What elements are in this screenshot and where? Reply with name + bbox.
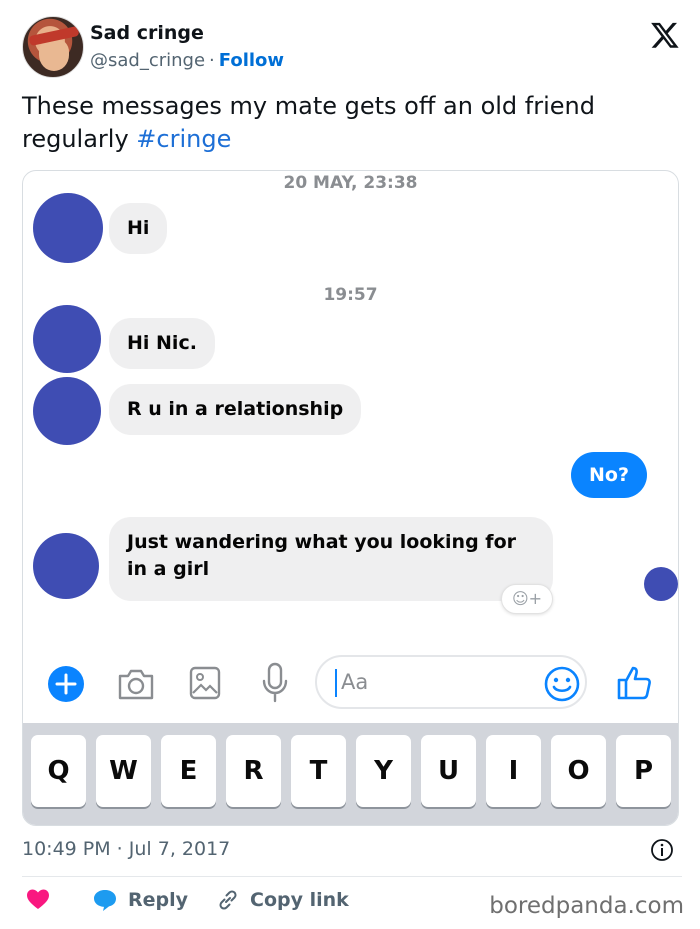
follow-link[interactable]: Follow	[219, 50, 284, 71]
add-reaction-button[interactable]: ☺+	[501, 584, 553, 614]
keyboard: Q W E R T Y U I O P	[23, 723, 678, 825]
key-i[interactable]: I	[486, 735, 541, 807]
thumbs-up-icon[interactable]	[615, 663, 653, 701]
like-button[interactable]	[26, 888, 50, 910]
key-w[interactable]: W	[96, 735, 151, 807]
author-avatar[interactable]	[22, 16, 84, 78]
tweet-text: These messages my mate gets off an old f…	[22, 90, 672, 156]
gallery-icon[interactable]	[189, 665, 221, 701]
key-y[interactable]: Y	[356, 735, 411, 807]
tweet-header: Sad cringe @sad_cringe · Follow	[22, 14, 682, 78]
avatar-face	[39, 39, 69, 71]
author-name[interactable]: Sad cringe	[90, 22, 204, 44]
reply-button[interactable]: Reply	[92, 888, 188, 912]
key-o[interactable]: O	[551, 735, 606, 807]
divider	[22, 876, 682, 877]
message-bubble: Just wandering what you looking for in a…	[109, 517, 553, 601]
reply-bubble-icon	[94, 890, 116, 911]
key-e[interactable]: E	[161, 735, 216, 807]
chat-timestamp: 20 MAY, 23:38	[283, 173, 418, 193]
message-bubble: Hi Nic.	[109, 318, 215, 369]
contact-avatar	[33, 193, 103, 263]
key-u[interactable]: U	[421, 735, 476, 807]
link-icon	[219, 890, 237, 910]
seen-avatar	[644, 567, 678, 601]
key-p[interactable]: P	[616, 735, 671, 807]
info-icon[interactable]	[650, 838, 674, 862]
author-handle-line: @sad_cringe · Follow	[90, 50, 284, 71]
message-bubble: Hi	[109, 203, 168, 254]
handle-separator: ·	[209, 50, 215, 71]
copy-link-button[interactable]: Copy link	[216, 888, 349, 912]
x-logo-icon[interactable]	[650, 20, 680, 50]
copy-link-label: Copy link	[250, 889, 349, 911]
reply-label: Reply	[128, 889, 189, 911]
key-r[interactable]: R	[226, 735, 281, 807]
plus-icon[interactable]	[47, 665, 85, 703]
text-cursor	[335, 669, 337, 697]
microphone-icon[interactable]	[261, 661, 289, 703]
media-screenshot[interactable]: 20 MAY, 23:38 Hi 19:57 Hi Nic. R u in a …	[22, 170, 679, 826]
chat-timestamp: 19:57	[323, 285, 378, 305]
contact-avatar	[33, 305, 101, 373]
heart-icon	[27, 889, 49, 909]
message-input-placeholder: Aa	[341, 670, 369, 694]
author-handle[interactable]: @sad_cringe	[90, 50, 205, 71]
camera-icon[interactable]	[117, 667, 155, 701]
tweet-timestamp[interactable]: 10:49 PM · Jul 7, 2017	[22, 838, 230, 860]
contact-avatar	[33, 533, 99, 599]
hashtag-link[interactable]: #cringe	[136, 125, 231, 153]
emoji-icon[interactable]	[543, 665, 581, 703]
contact-avatar	[33, 377, 101, 445]
message-bubble: R u in a relationship	[109, 384, 362, 435]
key-q[interactable]: Q	[31, 735, 86, 807]
tweet-body: These messages my mate gets off an old f…	[22, 92, 595, 153]
key-t[interactable]: T	[291, 735, 346, 807]
my-message-bubble: No?	[571, 452, 647, 498]
watermark: boredpanda.com	[489, 893, 684, 919]
